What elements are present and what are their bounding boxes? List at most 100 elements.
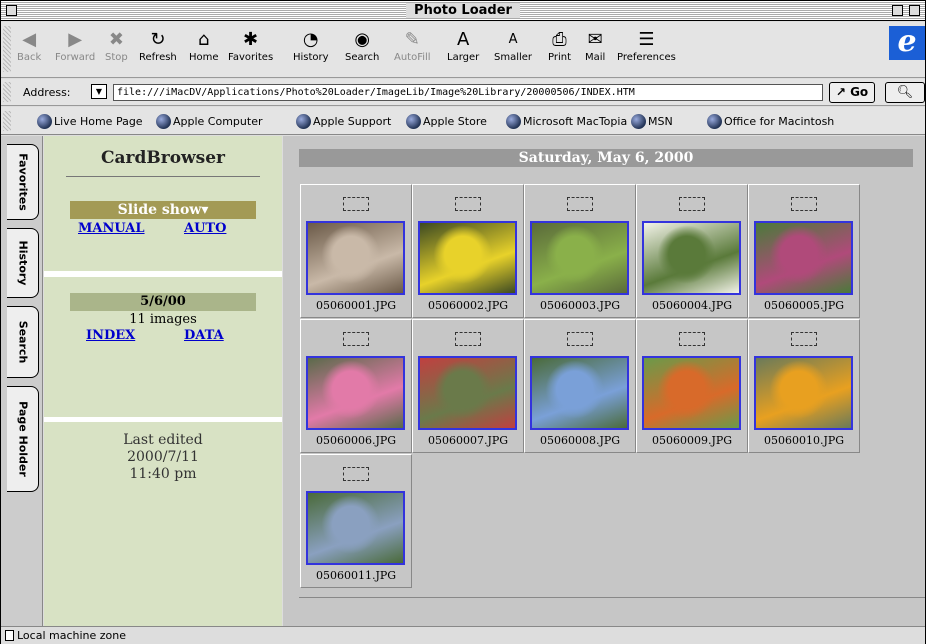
tab-search[interactable]: Search — [7, 306, 39, 378]
search-button[interactable]: 🔍︎ — [885, 82, 925, 103]
favorite-link[interactable]: Apple Support — [296, 114, 391, 129]
slideshow-header: Slide show▾ — [70, 201, 256, 219]
thumbnail-filename: 05060007.JPG — [427, 434, 509, 447]
thumbnail-cell[interactable]: 05060010.JPG — [748, 319, 860, 453]
toolbar-button-preferences[interactable]: ☰ Preferences — [617, 28, 676, 64]
go-arrow-icon: ↗ — [835, 85, 846, 99]
placeholder-icon[interactable] — [343, 332, 369, 346]
placeholder-icon[interactable] — [343, 197, 369, 211]
tab-favorites[interactable]: Favorites — [7, 144, 39, 220]
go-button[interactable]: ↗ Go — [829, 82, 875, 103]
thumbnail-cell[interactable]: 05060003.JPG — [524, 184, 636, 318]
toolbar-button-favorites[interactable]: ✱ Favorites — [228, 28, 273, 64]
forward-icon: ▶ — [68, 29, 83, 50]
edited-panel: Last edited 2000/7/11 11:40 pm — [44, 422, 282, 626]
address-input[interactable] — [113, 84, 823, 101]
photo-thumbnail[interactable] — [306, 221, 405, 295]
photo-thumbnail[interactable] — [642, 356, 741, 430]
mail-icon: ✉ — [587, 29, 603, 50]
back-icon: ◀ — [22, 29, 37, 50]
placeholder-icon[interactable] — [679, 197, 705, 211]
toolbar-button-autofill[interactable]: ✎ AutoFill — [394, 28, 431, 64]
toolbar-button-larger[interactable]: A Larger — [447, 28, 479, 64]
favorite-link[interactable]: Microsoft MacTopia — [506, 114, 627, 129]
photo-thumbnail[interactable] — [642, 221, 741, 295]
toolbar-button-label: Preferences — [617, 52, 676, 63]
address-label: Address: — [23, 86, 71, 99]
tab-label: Favorites — [16, 153, 29, 211]
tab-history[interactable]: History — [7, 228, 39, 298]
thumbnail-cell[interactable]: 05060008.JPG — [524, 319, 636, 453]
index-panel: 5/6/00 11 images INDEX DATA — [44, 277, 282, 417]
placeholder-icon[interactable] — [679, 332, 705, 346]
toolbar-grip[interactable] — [3, 26, 11, 72]
thumbnail-cell[interactable]: 05060002.JPG — [412, 184, 524, 318]
toolbar-button-print[interactable]: ⎙ Print — [548, 28, 571, 64]
favorite-label: Office for Macintosh — [724, 115, 835, 128]
thumbnail-cell[interactable]: 05060001.JPG — [300, 184, 412, 318]
photo-thumbnail[interactable] — [530, 356, 629, 430]
placeholder-icon[interactable] — [455, 197, 481, 211]
address-grip[interactable] — [3, 82, 11, 102]
toolbar-button-forward[interactable]: ▶ Forward — [55, 28, 95, 64]
explorer-tabs: Favorites History Search Page Holder — [1, 136, 43, 626]
tab-page-holder[interactable]: Page Holder — [7, 386, 39, 492]
divider — [66, 176, 260, 177]
photo-thumbnail[interactable] — [418, 356, 517, 430]
photo-thumbnail[interactable] — [306, 356, 405, 430]
title-bar[interactable]: Photo Loader — [1, 1, 925, 21]
toolbar-button-home[interactable]: ⌂ Home — [189, 28, 219, 64]
last-edited-label: Last edited — [123, 432, 203, 448]
toolbar-button-smaller[interactable]: A Smaller — [494, 28, 532, 64]
favorite-link[interactable]: MSN — [631, 114, 673, 129]
last-edited-time: 11:40 pm — [129, 466, 197, 482]
thumbnail-cell[interactable]: 05060005.JPG — [748, 184, 860, 318]
favorite-link[interactable]: Apple Computer — [156, 114, 263, 129]
placeholder-icon[interactable] — [567, 332, 593, 346]
favorite-label: Apple Support — [313, 115, 392, 128]
placeholder-icon[interactable] — [567, 197, 593, 211]
data-link[interactable]: DATA — [184, 328, 224, 343]
thumbnail-cell[interactable]: 05060004.JPG — [636, 184, 748, 318]
bottom-rule — [299, 597, 925, 598]
photo-thumbnail[interactable] — [418, 221, 517, 295]
collapse-box[interactable] — [909, 5, 920, 16]
toolbar-button-refresh[interactable]: ↻ Refresh — [139, 28, 177, 64]
toolbar-button-label: AutoFill — [394, 52, 431, 63]
photo-thumbnail[interactable] — [306, 491, 405, 565]
thumbnail-filename: 05060006.JPG — [315, 434, 397, 447]
favorite-link[interactable]: Live Home Page — [37, 114, 143, 129]
placeholder-icon[interactable] — [791, 332, 817, 346]
placeholder-icon[interactable] — [791, 197, 817, 211]
photo-thumbnail[interactable] — [530, 221, 629, 295]
thumbnail-cell[interactable]: 05060011.JPG — [300, 454, 412, 588]
toolbar-button-back[interactable]: ◀ Back — [17, 28, 41, 64]
toolbar-button-history[interactable]: ◔ History — [293, 28, 329, 64]
toolbar-button-search[interactable]: ◉ Search — [345, 28, 379, 64]
placeholder-icon[interactable] — [343, 467, 369, 481]
address-dropdown[interactable]: ▼ — [91, 84, 107, 99]
toolbar-button-mail[interactable]: ✉ Mail — [585, 28, 605, 64]
status-text: Local machine zone — [17, 629, 127, 642]
ie-logo[interactable]: e — [889, 26, 925, 60]
thumbnail-cell[interactable]: 05060007.JPG — [412, 319, 524, 453]
toolbar-button-stop[interactable]: ✖ Stop — [105, 28, 128, 64]
left-frame: CardBrowser Slide show▾ MANUAL AUTO 5/6/… — [44, 136, 282, 626]
thumbnail-cell[interactable]: 05060006.JPG — [300, 319, 412, 453]
favorite-link[interactable]: Apple Store — [406, 114, 487, 129]
placeholder-icon[interactable] — [455, 332, 481, 346]
auto-link[interactable]: AUTO — [184, 221, 226, 236]
favorite-link[interactable]: Office for Macintosh — [707, 114, 834, 129]
manual-link[interactable]: MANUAL — [78, 221, 145, 236]
photo-thumbnail[interactable] — [754, 221, 853, 295]
globe-icon — [156, 114, 171, 129]
zoom-box[interactable] — [892, 5, 903, 16]
image-count: 11 images — [129, 312, 197, 327]
date-heading: Saturday, May 6, 2000 — [299, 149, 913, 167]
index-link[interactable]: INDEX — [86, 328, 135, 343]
favorites-grip[interactable] — [3, 111, 11, 131]
favorites-bar: Live Home Page Apple Computer Apple Suppor… — [1, 107, 925, 135]
thumbnail-cell[interactable]: 05060009.JPG — [636, 319, 748, 453]
photo-thumbnail[interactable] — [754, 356, 853, 430]
close-box[interactable] — [6, 5, 17, 16]
